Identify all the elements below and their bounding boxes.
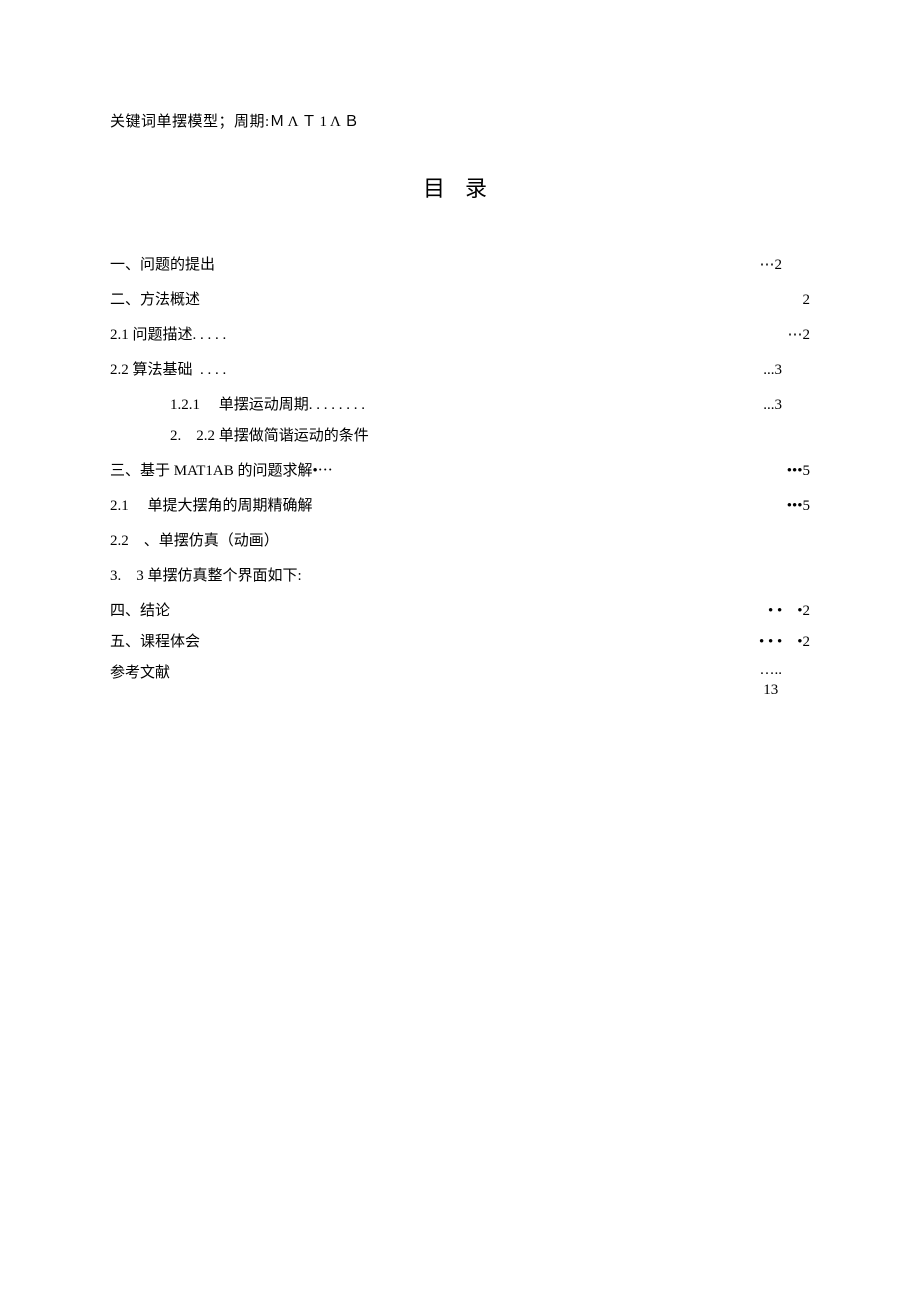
toc-label: 参考文献 (110, 661, 170, 682)
table-of-contents: 一、问题的提出 ⋯2 二、方法概述 2 2.1 问题描述. . . . . ⋯2… (110, 253, 810, 700)
toc-label: 五、课程体会 (110, 630, 200, 651)
toc-entry: 3. 3 单摆仿真整个界面如下: (110, 564, 810, 585)
toc-entry: 2.1 问题描述. . . . . ⋯2 (110, 323, 810, 344)
toc-page-stack: ….. 13 (760, 661, 811, 700)
toc-entry: 三、基于 MAT1AB 的问题求解•⋯ •••5 (110, 459, 810, 480)
toc-entry: 2.2 算法基础 . . . . ...3 (110, 358, 810, 379)
toc-page: ⋯2 (760, 255, 811, 274)
toc-page: • • • •2 (759, 634, 810, 651)
toc-subentry: 1.2.1 单摆运动周期. . . . . . . . ...3 (110, 393, 810, 414)
toc-label: 2. 2.2 单摆做简谐运动的条件 (170, 424, 369, 445)
toc-page: 2 (803, 292, 811, 309)
toc-label: 2.2 、单摆仿真（动画） (110, 529, 279, 550)
keywords-line: 关键词单摆模型；周期:ＭΛＴ1ΛＢ (110, 110, 810, 131)
toc-entry: 二、方法概述 2 (110, 288, 810, 309)
toc-label: 二、方法概述 (110, 288, 200, 309)
toc-entry: 五、课程体会 • • • •2 (110, 630, 810, 651)
keywords-term: ＭΛＴ1ΛＢ (270, 114, 362, 130)
toc-entry: 2.1 单提大摆角的周期精确解 •••5 (110, 494, 810, 515)
toc-page-dots: ….. (760, 662, 783, 678)
toc-entry: 四、结论 • • •2 (110, 599, 810, 620)
toc-page-number: 13 (763, 682, 778, 698)
toc-entry: 2.2 、单摆仿真（动画） (110, 529, 810, 550)
toc-label: 2.1 问题描述. . . . . (110, 323, 226, 344)
toc-label: 3. 3 单摆仿真整个界面如下: (110, 564, 302, 585)
toc-label: 2.1 单提大摆角的周期精确解 (110, 494, 313, 515)
toc-label: 四、结论 (110, 599, 170, 620)
toc-entry: 一、问题的提出 ⋯2 (110, 253, 810, 274)
toc-page: ...3 (763, 397, 810, 414)
toc-label: 一、问题的提出 (110, 253, 215, 274)
toc-page: ⋯2 (788, 325, 811, 344)
toc-title: 目录 (120, 171, 810, 203)
toc-label: 三、基于 MAT1AB 的问题求解•⋯ (110, 459, 333, 480)
toc-page: •••5 (787, 498, 810, 515)
toc-entry-references: 参考文献 ….. 13 (110, 661, 810, 700)
toc-page: •••5 (787, 463, 810, 480)
keywords-prefix: 关键词单摆模型；周期: (110, 114, 270, 130)
toc-label: 2.2 算法基础 . . . . (110, 358, 226, 379)
document-page: 关键词单摆模型；周期:ＭΛＴ1ΛＢ 目录 一、问题的提出 ⋯2 二、方法概述 2… (0, 0, 920, 1301)
toc-page: • • •2 (768, 603, 810, 620)
toc-subentry: 2. 2.2 单摆做简谐运动的条件 (110, 424, 810, 445)
toc-label: 1.2.1 单摆运动周期. . . . . . . . (170, 393, 365, 414)
toc-page: ...3 (763, 362, 810, 379)
